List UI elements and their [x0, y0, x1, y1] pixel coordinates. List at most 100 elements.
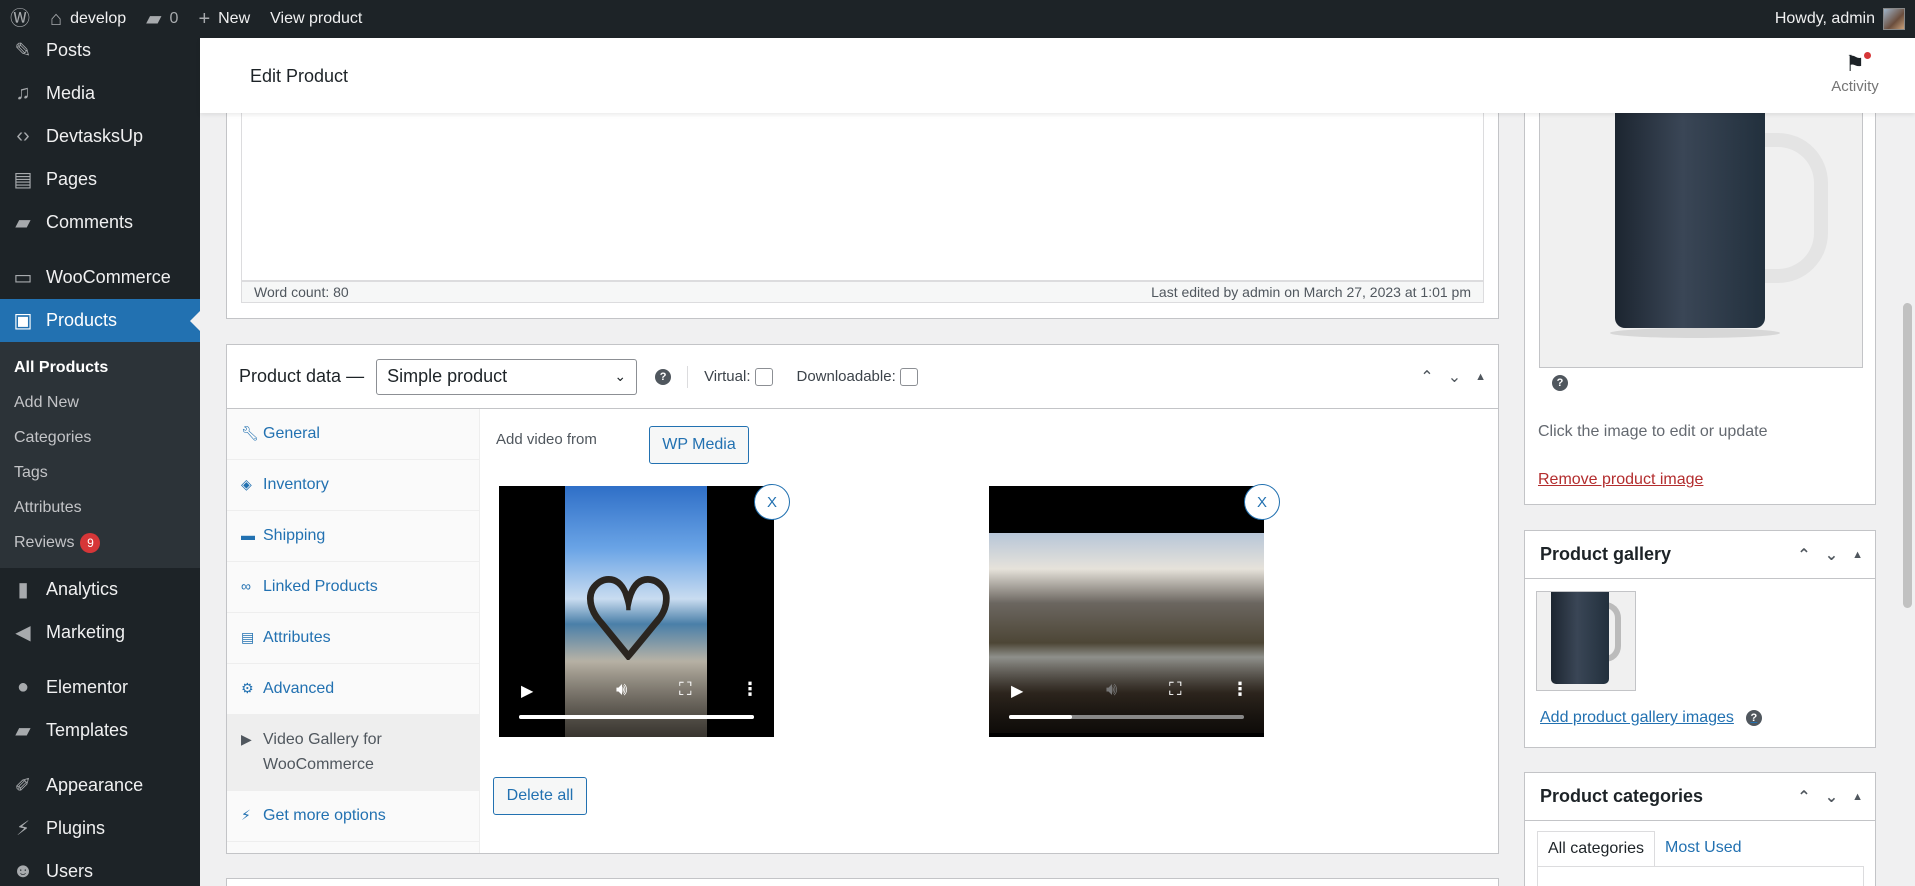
- tab-video-gallery[interactable]: ▶ Video Gallery for WooCommerce: [227, 715, 479, 791]
- product-data-panel: Product data — Simple product ⌄ ? Virtua…: [226, 344, 1499, 854]
- virtual-checkbox[interactable]: [754, 367, 773, 386]
- submenu-all-products[interactable]: All Products: [0, 350, 200, 385]
- video-player[interactable]: ▶ 🔊︎ ⛶ ⋮: [989, 486, 1264, 737]
- video-progress-track[interactable]: [1009, 715, 1244, 719]
- downloadable-checkbox[interactable]: [899, 367, 918, 386]
- gear-icon: ⚙: [241, 680, 254, 696]
- tab-advanced[interactable]: ⚙ Advanced: [227, 664, 479, 715]
- sidebar-item-elementor[interactable]: ● Elementor: [0, 666, 200, 709]
- sidebar-item-label: Plugins: [46, 818, 106, 838]
- sidebar-item-comments[interactable]: ▰ Comments: [0, 201, 200, 244]
- activity-label: Activity: [1831, 78, 1879, 95]
- move-up-icon[interactable]: ⌃: [1420, 367, 1433, 387]
- move-down-icon[interactable]: ⌄: [1825, 787, 1838, 807]
- tab-most-used[interactable]: Most Used: [1655, 831, 1751, 867]
- remove-product-image-link[interactable]: Remove product image: [1538, 471, 1703, 489]
- user-icon: ☻: [12, 860, 34, 882]
- fullscreen-icon[interactable]: ⛶: [679, 679, 692, 700]
- tab-shipping[interactable]: ▬ Shipping: [227, 511, 479, 562]
- move-up-icon[interactable]: ⌃: [1797, 787, 1810, 807]
- sidebar-item-posts[interactable]: ✎ Posts: [0, 38, 200, 72]
- video-progress-fill: [519, 715, 754, 719]
- volume-icon[interactable]: 🔊︎: [616, 679, 627, 700]
- fullscreen-icon[interactable]: ⛶: [1169, 679, 1182, 700]
- move-down-icon[interactable]: ⌄: [1825, 545, 1838, 565]
- product-image[interactable]: [1539, 113, 1863, 368]
- play-icon[interactable]: ▶: [1011, 681, 1023, 701]
- admin-sidebar: ✎ Posts ♫ Media ‹› DevtasksUp ▤ Pages ▰ Comme…: [0, 38, 200, 886]
- help-icon[interactable]: ?: [655, 368, 672, 385]
- volume-icon[interactable]: 🔊︎: [1106, 679, 1117, 700]
- panel-controls: ⌃ ⌄ ▲: [1420, 367, 1498, 387]
- tab-get-more-options[interactable]: ⚡ Get more options: [227, 791, 479, 842]
- video-player[interactable]: ♡ ▶ 🔊︎ ⛶ ⋮: [499, 486, 774, 737]
- move-down-icon[interactable]: ⌄: [1448, 367, 1461, 387]
- sidebar-item-appearance[interactable]: ✐ Appearance: [0, 764, 200, 807]
- video-icon: ▶: [241, 731, 252, 747]
- toggle-panel-icon[interactable]: ▲: [1475, 371, 1486, 383]
- new-content-link[interactable]: + New: [188, 0, 260, 38]
- comment-icon: ▰: [15, 212, 31, 234]
- tab-linked-products[interactable]: ∞ Linked Products: [227, 562, 479, 613]
- reviews-count-badge: 9: [80, 532, 101, 553]
- help-icon[interactable]: ?: [1745, 710, 1762, 726]
- megaphone-icon: ◀: [15, 622, 31, 644]
- gallery-thumbnail[interactable]: [1536, 591, 1636, 691]
- flag-icon: ⚑: [1825, 50, 1885, 78]
- toggle-panel-icon[interactable]: ▲: [1852, 791, 1863, 803]
- sidebar-item-label: WooCommerce: [46, 267, 171, 287]
- add-gallery-images-link[interactable]: Add product gallery images ?: [1540, 709, 1762, 727]
- submenu-tags[interactable]: Tags: [0, 455, 200, 490]
- sidebar-item-analytics[interactable]: ▮ Analytics: [0, 568, 200, 611]
- move-up-icon[interactable]: ⌃: [1797, 545, 1810, 565]
- sidebar-item-marketing[interactable]: ◀ Marketing: [0, 611, 200, 654]
- category-list[interactable]: [1537, 866, 1864, 886]
- list-icon: ▤: [241, 629, 255, 645]
- wp-media-button[interactable]: WP Media: [649, 426, 749, 464]
- sidebar-item-products[interactable]: ▣ Products: [0, 299, 200, 342]
- sidebar-item-templates[interactable]: ▰ Templates: [0, 709, 200, 752]
- scrollbar[interactable]: [1900, 38, 1915, 886]
- tab-attributes[interactable]: ▤ Attributes: [227, 613, 479, 664]
- more-options-icon[interactable]: ⋮: [1231, 679, 1249, 700]
- truck-icon: ▬: [241, 527, 255, 543]
- view-product-link[interactable]: View product: [260, 0, 372, 38]
- admin-bar: Ⓦ ⌂ develop ▰ 0 + New View product Howdy…: [0, 0, 1915, 38]
- remove-video-button[interactable]: X: [1244, 484, 1280, 520]
- code-icon: ‹›: [16, 125, 30, 147]
- submenu-add-new[interactable]: Add New: [0, 385, 200, 420]
- video-progress-track[interactable]: [519, 715, 754, 719]
- play-icon[interactable]: ▶: [521, 681, 533, 701]
- sidebar-item-pages[interactable]: ▤ Pages: [0, 158, 200, 201]
- sidebar-item-media[interactable]: ♫ Media: [0, 72, 200, 115]
- submenu-label: Add New: [14, 393, 79, 411]
- delete-all-button[interactable]: Delete all: [493, 777, 587, 815]
- scrollbar-thumb[interactable]: [1903, 303, 1912, 608]
- help-icon[interactable]: ?: [1552, 375, 1568, 391]
- sidebar-item-devtasksup[interactable]: ‹› DevtasksUp: [0, 115, 200, 158]
- activity-button[interactable]: ⚑ Activity: [1825, 50, 1885, 95]
- remove-video-button[interactable]: X: [754, 484, 790, 520]
- wordpress-logo-button[interactable]: Ⓦ: [0, 0, 40, 38]
- tab-label: Inventory: [263, 476, 329, 493]
- submenu-attributes[interactable]: Attributes: [0, 490, 200, 525]
- tab-inventory[interactable]: ◈ Inventory: [227, 460, 479, 511]
- tab-general[interactable]: 🔧︎ General: [227, 409, 479, 460]
- my-account-link[interactable]: Howdy, admin: [1765, 0, 1915, 38]
- sidebar-item-plugins[interactable]: ⚡ Plugins: [0, 807, 200, 850]
- toggle-panel-icon[interactable]: ▲: [1852, 549, 1863, 561]
- description-editor[interactable]: [241, 113, 1484, 281]
- site-name-link[interactable]: ⌂ develop: [40, 0, 136, 38]
- comments-link[interactable]: ▰ 0: [136, 0, 188, 38]
- product-type-select[interactable]: Simple product ⌄: [376, 358, 638, 395]
- page-title: Edit Product: [250, 66, 349, 86]
- description-editor-panel: Word count: 80 Last edited by admin on M…: [226, 113, 1499, 319]
- product-image-panel: ? Click the image to edit or update Remo…: [1524, 113, 1876, 505]
- submenu-label: Attributes: [14, 498, 82, 516]
- tab-all-categories[interactable]: All categories: [1537, 831, 1656, 867]
- submenu-reviews[interactable]: Reviews 9: [0, 525, 200, 560]
- sidebar-item-woocommerce[interactable]: ▭ WooCommerce: [0, 256, 200, 299]
- sidebar-item-users[interactable]: ☻ Users: [0, 850, 200, 886]
- submenu-categories[interactable]: Categories: [0, 420, 200, 455]
- more-options-icon[interactable]: ⋮: [741, 679, 759, 700]
